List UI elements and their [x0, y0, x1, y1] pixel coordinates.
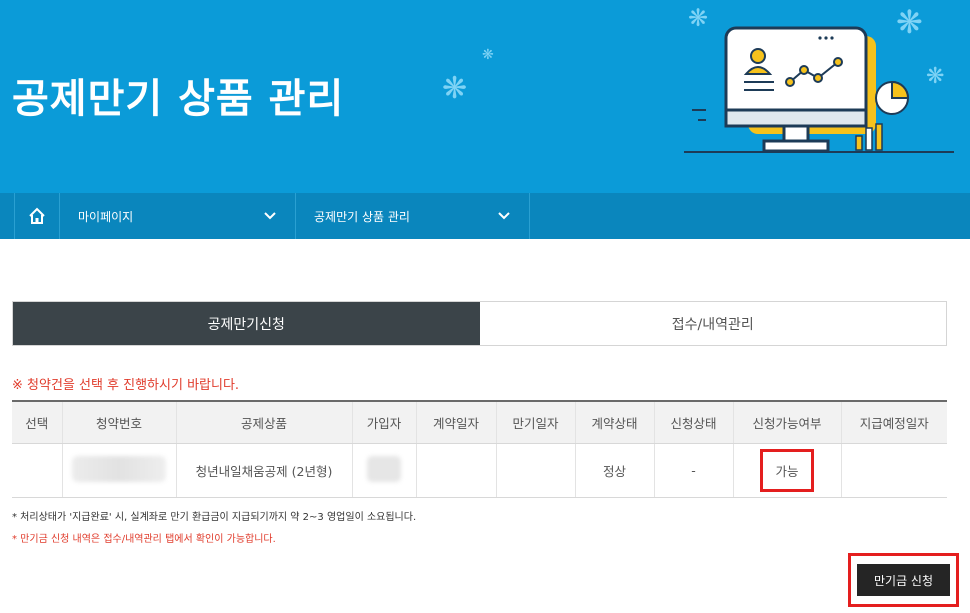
col-header-payment-date: 지급예정일자 — [840, 400, 947, 444]
page-title: 공제만기 상품 관리 — [12, 76, 345, 122]
nav-menu-label: 공제만기 상품 관리 — [314, 209, 410, 224]
redacted-contract-no — [72, 455, 166, 482]
payment-date-cell — [840, 443, 947, 498]
col-header-subscriber: 가입자 — [351, 400, 416, 444]
nav-menu-mypage[interactable]: 마이페이지 — [60, 193, 296, 239]
redacted-subscriber — [367, 455, 401, 482]
col-header-product: 공제상품 — [175, 400, 352, 444]
col-header-contract-status: 계약상태 — [574, 400, 654, 444]
tab-history[interactable]: 접수/내역관리 — [479, 302, 946, 345]
contract-no-cell — [61, 443, 176, 498]
contract-date-cell — [415, 443, 496, 498]
computer-chart-illustration — [684, 26, 954, 153]
table-header-row: 선택 청약번호 공제상품 가입자 계약일자 만기일자 계약상태 신청상태 신청가… — [12, 400, 947, 444]
history-notice: * 만기금 신청 내역은 접수/내역관리 탭에서 확인이 가능합니다. — [12, 534, 276, 545]
chevron-down-icon — [264, 212, 276, 220]
page-banner: 공제만기 상품 관리 ❋ ❋ ❋ ❋ ❋ — [0, 0, 970, 193]
col-header-contract-no: 청약번호 — [61, 400, 176, 444]
sparkle-icon: ❋ — [442, 71, 468, 106]
home-icon — [29, 207, 45, 224]
maturity-date-cell — [495, 443, 575, 498]
available-cell: 가능 — [732, 443, 841, 498]
col-header-select: 선택 — [12, 400, 62, 444]
home-button[interactable] — [14, 193, 60, 239]
maturity-apply-button[interactable]: 만기금 신청 — [857, 564, 950, 596]
breadcrumb-nav: 마이페이지 공제만기 상품 관리 — [0, 193, 970, 239]
col-header-apply-status: 신청상태 — [653, 400, 733, 444]
nav-menu-label: 마이페이지 — [78, 209, 134, 224]
available-status: 가능 — [760, 448, 814, 492]
col-header-available: 신청가능여부 — [732, 400, 841, 444]
apply-status-cell: - — [653, 443, 733, 498]
product-cell: 청년내일채움공제 (2년형) — [175, 443, 352, 498]
col-header-contract-date: 계약일자 — [415, 400, 496, 444]
table-row[interactable]: 청년내일채움공제 (2년형) 정상 - 가능 — [12, 443, 947, 498]
nav-menu-maturity[interactable]: 공제만기 상품 관리 — [296, 193, 530, 239]
apply-button-highlight: 만기금 신청 — [848, 553, 959, 607]
tab-bar: 공제만기신청 접수/내역관리 — [12, 301, 947, 346]
sparkle-icon: ❋ — [482, 47, 494, 63]
tab-maturity-apply[interactable]: 공제만기신청 — [13, 302, 480, 345]
contract-status-cell: 정상 — [574, 443, 654, 498]
col-header-maturity-date: 만기일자 — [495, 400, 575, 444]
payment-notice: * 처리상태가 '지급완료' 시, 실계좌로 만기 환급금이 지급되기까지 약 … — [12, 512, 417, 523]
chevron-down-icon — [498, 212, 510, 220]
select-cell[interactable] — [12, 443, 62, 498]
selection-notice: ※ 청약건을 선택 후 진행하시기 바랍니다. — [12, 378, 240, 393]
subscriber-cell — [351, 443, 416, 498]
contract-table: 선택 청약번호 공제상품 가입자 계약일자 만기일자 계약상태 신청상태 신청가… — [12, 400, 947, 498]
